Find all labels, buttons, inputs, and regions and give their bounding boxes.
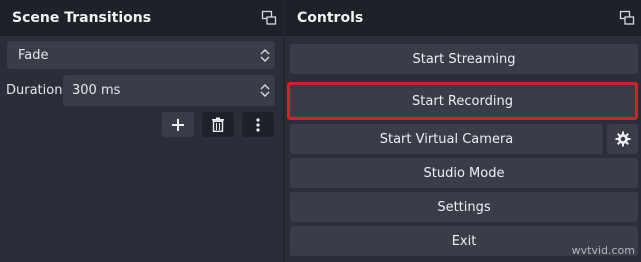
more-vertical-icon [256, 117, 260, 132]
plus-icon [172, 118, 184, 131]
scene-transitions-dock: Scene Transitions [0, 0, 283, 262]
duration-input[interactable]: 300 ms [63, 75, 275, 106]
controls-header: Controls [285, 0, 641, 36]
add-transition-button[interactable] [162, 112, 194, 137]
start-recording-button[interactable]: Start Recording [287, 82, 638, 120]
duration-row: Duration 300 ms [0, 75, 283, 107]
duration-label: Duration [6, 83, 63, 98]
controls-title: Controls [297, 9, 364, 26]
chevron-down-icon[interactable] [260, 91, 270, 97]
duration-value: 300 ms [72, 83, 121, 98]
app-window: Scene Transitions Fade Duration 300 ms C… [0, 0, 641, 262]
studio-mode-button[interactable]: Studio Mode [290, 158, 638, 188]
trash-icon [212, 117, 224, 132]
chevron-up-icon[interactable] [260, 84, 270, 90]
virtual-camera-settings-button[interactable] [607, 124, 638, 154]
remove-transition-button[interactable] [202, 112, 234, 137]
gear-icon [615, 131, 630, 147]
duration-stepper[interactable] [255, 75, 275, 106]
transition-select[interactable]: Fade [7, 41, 275, 69]
transition-select-value: Fade [18, 47, 49, 63]
chevron-up-icon [260, 48, 270, 54]
transition-select-arrows[interactable] [255, 41, 275, 69]
settings-button[interactable]: Settings [290, 192, 638, 222]
start-streaming-button[interactable]: Start Streaming [290, 44, 638, 74]
start-virtual-camera-button[interactable]: Start Virtual Camera [290, 124, 603, 154]
float-icon[interactable] [619, 10, 635, 26]
scene-transitions-header: Scene Transitions [0, 0, 283, 36]
transition-properties-button[interactable] [242, 112, 274, 137]
watermark: wvtvid.com [571, 244, 635, 257]
chevron-down-icon [260, 56, 270, 62]
float-icon[interactable] [261, 10, 277, 26]
scene-transitions-title: Scene Transitions [12, 9, 152, 26]
